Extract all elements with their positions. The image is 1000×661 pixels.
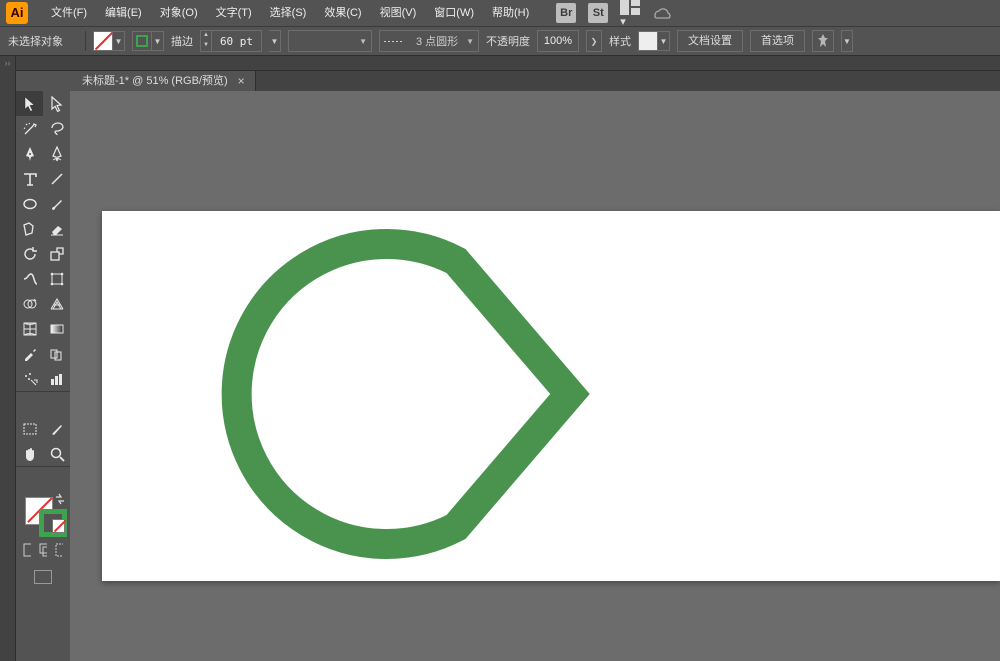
menu-effect[interactable]: 效果(C) — [315, 0, 370, 26]
close-icon[interactable]: × — [238, 71, 245, 91]
menu-object[interactable]: 对象(O) — [151, 0, 207, 26]
opacity-more-icon[interactable]: ❯ — [586, 30, 602, 52]
chevron-down-icon[interactable]: ▼ — [841, 30, 853, 52]
menu-select[interactable]: 选择(S) — [261, 0, 316, 26]
separator — [16, 466, 70, 467]
stroke-weight-stepper[interactable]: ▲▼ — [200, 30, 262, 52]
scale-tool[interactable] — [43, 241, 70, 266]
menu-help[interactable]: 帮助(H) — [483, 0, 538, 26]
gradient-tool[interactable] — [43, 316, 70, 341]
curvature-tool[interactable] — [43, 141, 70, 166]
brush-label: 3 点圆形 — [416, 33, 458, 49]
separator — [85, 31, 86, 51]
slice-tool[interactable] — [43, 416, 70, 441]
menu-window[interactable]: 窗口(W) — [425, 0, 483, 26]
fill-none-icon — [93, 31, 113, 51]
sync-icon[interactable] — [652, 6, 672, 20]
arrange-documents-icon[interactable]: ▾ — [620, 0, 640, 28]
opacity-input[interactable] — [537, 30, 579, 52]
hand-tool[interactable] — [16, 441, 43, 466]
lasso-tool[interactable] — [43, 116, 70, 141]
perspective-grid-tool[interactable] — [43, 291, 70, 316]
style-thumb-icon — [638, 31, 658, 51]
zoom-tool[interactable] — [43, 441, 70, 466]
artboard[interactable] — [102, 211, 1000, 581]
eyedropper-tool[interactable] — [16, 341, 43, 366]
panel-dock-strip[interactable]: ›› — [0, 56, 16, 661]
rotate-tool[interactable] — [16, 241, 43, 266]
eraser-tool[interactable] — [43, 216, 70, 241]
menu-bar: Ai 文件(F) 编辑(E) 对象(O) 文字(T) 选择(S) 效果(C) 视… — [0, 0, 1000, 26]
fill-swatch[interactable]: ▼ — [93, 31, 125, 51]
variable-width-profile-select[interactable]: ▼ — [288, 30, 372, 52]
paintbrush-tool[interactable] — [43, 191, 70, 216]
document-tab-title: 未标题-1* @ 51% (RGB/预览) — [82, 71, 228, 91]
draw-behind-icon[interactable] — [39, 543, 47, 557]
chevron-down-icon: ▼ — [353, 37, 367, 46]
stock-icon[interactable]: St — [588, 3, 608, 23]
ellipse-tool[interactable] — [16, 191, 43, 216]
draw-mode-row — [16, 541, 70, 561]
mesh-tool[interactable] — [16, 316, 43, 341]
chevron-down-icon: ▼ — [152, 31, 164, 51]
preferences-button[interactable]: 首选项 — [750, 30, 805, 52]
tools-panel — [16, 91, 70, 591]
stroke-color-icon — [132, 31, 152, 51]
direct-selection-tool[interactable] — [43, 91, 70, 116]
pen-tool[interactable] — [16, 141, 43, 166]
separator — [16, 391, 70, 392]
menu-view[interactable]: 视图(V) — [371, 0, 426, 26]
column-graph-tool[interactable] — [43, 366, 70, 391]
artboard-tool[interactable] — [16, 416, 43, 441]
control-bar: 未选择对象 ▼ ▼ 描边 ▲▼ ▼ ▼ 3 点圆形 ▼ 不透明度 ❯ 样式 ▼ … — [0, 26, 1000, 56]
brush-stroke-thumb-icon — [384, 34, 410, 48]
line-segment-tool[interactable] — [43, 166, 70, 191]
stroke-swatch[interactable]: ▼ — [132, 31, 164, 51]
draw-normal-icon[interactable] — [23, 543, 31, 557]
stroke-label: 描边 — [171, 33, 193, 49]
none-mode-icon[interactable] — [52, 519, 65, 533]
blend-tool[interactable] — [43, 341, 70, 366]
chevron-down-icon[interactable]: ▼ — [269, 30, 281, 52]
opacity-label: 不透明度 — [486, 33, 530, 49]
menu-file[interactable]: 文件(F) — [42, 0, 96, 26]
document-setup-button[interactable]: 文档设置 — [677, 30, 743, 52]
shape-builder-tool[interactable] — [16, 291, 43, 316]
stroke-weight-input[interactable] — [212, 30, 262, 52]
symbol-sprayer-tool[interactable] — [16, 366, 43, 391]
expand-panels-icon: ›› — [0, 56, 15, 70]
bridge-icon[interactable]: Br — [556, 3, 576, 23]
screen-mode-row — [16, 566, 70, 590]
chevron-down-icon: ▼ — [658, 31, 670, 51]
chevron-down-icon: ▼ — [460, 37, 474, 46]
magic-wand-tool[interactable] — [16, 116, 43, 141]
app-logo: Ai — [6, 2, 28, 24]
menu-edit[interactable]: 编辑(E) — [96, 0, 151, 26]
shaper-tool[interactable] — [16, 216, 43, 241]
width-tool[interactable] — [16, 266, 43, 291]
step-up-icon[interactable]: ▲ — [201, 31, 211, 41]
step-down-icon[interactable]: ▼ — [201, 41, 211, 51]
draw-inside-icon[interactable] — [55, 543, 63, 557]
graphic-style-select[interactable]: ▼ — [638, 31, 670, 51]
chevron-down-icon: ▼ — [113, 31, 125, 51]
screen-mode-icon[interactable] — [34, 570, 52, 584]
swap-fill-stroke-icon[interactable] — [54, 493, 66, 508]
dock-tabstrip — [16, 56, 1000, 71]
selection-tool[interactable] — [16, 91, 43, 116]
canvas-area[interactable] — [70, 91, 1000, 661]
brush-definition-select[interactable]: 3 点圆形 ▼ — [379, 30, 479, 52]
type-tool[interactable] — [16, 166, 43, 191]
document-tab[interactable]: 未标题-1* @ 51% (RGB/预览) × — [70, 71, 256, 91]
free-transform-tool[interactable] — [43, 266, 70, 291]
selection-status: 未选择对象 — [8, 33, 78, 49]
document-tabs: 未标题-1* @ 51% (RGB/预览) × — [70, 71, 1000, 91]
pin-control-icon[interactable] — [812, 30, 834, 52]
teardrop-shape-icon — [102, 211, 602, 591]
style-label: 样式 — [609, 33, 631, 49]
menu-type[interactable]: 文字(T) — [207, 0, 261, 26]
